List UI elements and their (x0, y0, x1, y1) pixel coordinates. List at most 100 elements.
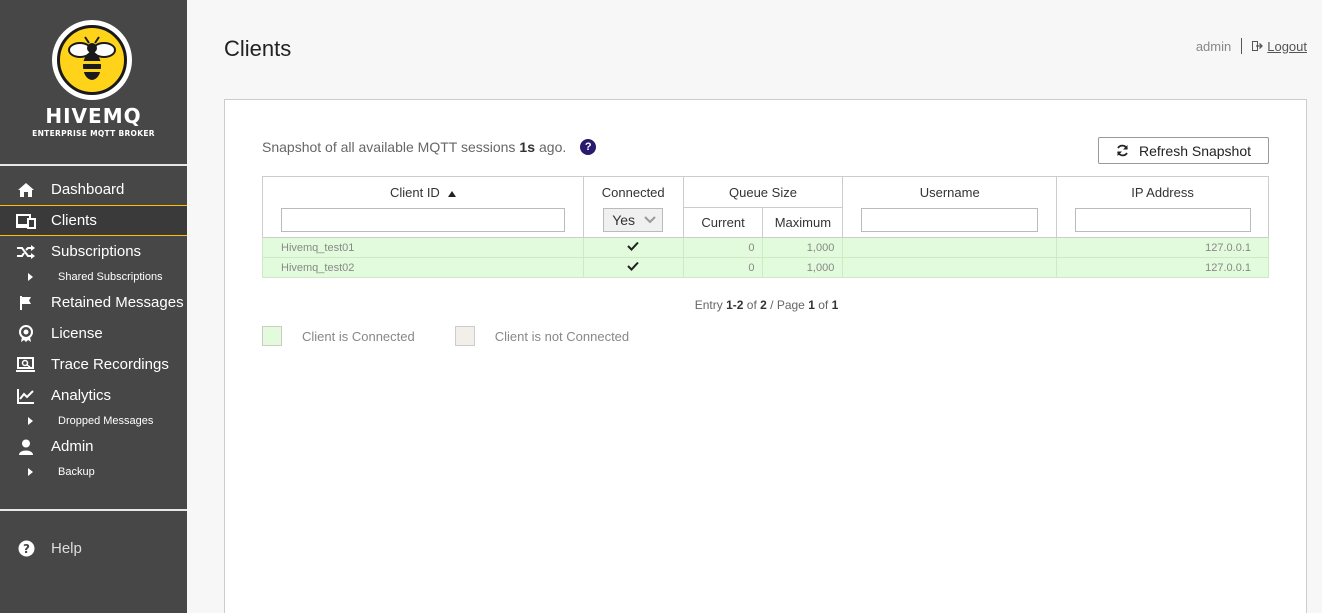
sidebar-item-label: Retained Messages (51, 294, 184, 311)
sidebar-subitem-label: Dropped Messages (58, 415, 154, 427)
pager-of: of (818, 298, 829, 312)
cell-ip-address: 127.0.0.1 (1056, 257, 1269, 278)
sort-ascending-icon (447, 190, 456, 197)
clients-panel: Snapshot of all available MQTT sessions … (224, 99, 1307, 613)
snapshot-suffix: ago. (539, 139, 567, 155)
legend-label-not-connected: Client is not Connected (494, 328, 630, 344)
column-header-label: Connected (601, 184, 665, 200)
clients-table: Client ID Connected Queue Size Username … (262, 176, 1269, 278)
sidebar-subitem-shared-subscriptions[interactable]: Shared Subscriptions (0, 267, 187, 287)
sidebar-item-label: License (51, 325, 103, 342)
sidebar-subitem-dropped-messages[interactable]: Dropped Messages (0, 411, 187, 431)
username-filter-cell (842, 207, 1058, 238)
brand-name: HIVEMQ (45, 104, 142, 128)
pagination-info: Entry 1-2 of 2 / Page 1 of 1 (225, 298, 1308, 312)
sidebar-item-analytics[interactable]: Analytics (0, 380, 187, 411)
cell-maximum: 1,000 (762, 257, 844, 278)
sidebar-item-trace-recordings[interactable]: Trace Recordings (0, 349, 187, 380)
cell-connected (582, 257, 684, 278)
column-header-connected[interactable]: Connected (582, 176, 684, 208)
column-header-label: Queue Size (729, 184, 797, 200)
sidebar-item-label: Analytics (51, 387, 112, 404)
trace-icon (16, 356, 36, 374)
column-header-label: Current (701, 215, 745, 230)
bee-logo-icon (52, 20, 132, 100)
help-question-icon[interactable]: ? (580, 139, 597, 155)
pager-page: 1 (808, 298, 815, 312)
question-circle-icon: ? (16, 539, 36, 557)
sidebar-item-label: Subscriptions (51, 243, 142, 260)
sidebar-item-help[interactable]: ? Help (16, 539, 82, 557)
sidebar-item-retained-messages[interactable]: Retained Messages (0, 287, 187, 318)
ip-filter-cell (1056, 207, 1269, 238)
sidebar-nav: Dashboard Clients Subscriptions Shared S… (0, 166, 187, 482)
cell-connected (582, 237, 684, 258)
pager-pages: 1 (831, 298, 839, 312)
sidebar-item-label: Clients (51, 212, 97, 229)
sidebar: HIVEMQ ENTERPRISE MQTT BROKER Dashboard … (0, 0, 187, 613)
cell-current: 0 (682, 237, 764, 258)
user-icon (16, 438, 36, 456)
cell-username (842, 237, 1058, 258)
client-id-filter-input[interactable] (280, 207, 565, 232)
ip-address-filter-input[interactable] (1074, 207, 1251, 232)
sidebar-item-clients[interactable]: Clients (0, 205, 187, 236)
sidebar-item-dashboard[interactable]: Dashboard (0, 174, 187, 205)
column-header-label: IP Address (1131, 184, 1194, 200)
cell-current: 0 (682, 257, 764, 278)
column-header-username[interactable]: Username (842, 176, 1058, 208)
sidebar-item-label: Dashboard (51, 181, 125, 198)
legend-swatch-connected (262, 326, 282, 346)
table-row[interactable]: Hivemq_test01 0 1,000 127.0.0.1 (262, 237, 1269, 258)
sidebar-item-subscriptions[interactable]: Subscriptions (0, 236, 187, 267)
column-header-ip-address[interactable]: IP Address (1056, 176, 1269, 208)
brand-logo[interactable]: HIVEMQ ENTERPRISE MQTT BROKER (0, 0, 187, 166)
sidebar-subitem-backup[interactable]: Backup (0, 462, 187, 482)
sidebar-divider (0, 509, 187, 511)
chevron-down-icon (644, 215, 656, 223)
logout-link[interactable]: Logout (1267, 39, 1307, 54)
cell-maximum: 1,000 (762, 237, 844, 258)
column-header-client-id[interactable]: Client ID (262, 176, 584, 208)
pager-range: 1-2 (726, 298, 744, 312)
legend-label-connected: Client is Connected (302, 328, 415, 344)
column-header-label: Client ID (389, 184, 440, 200)
svg-text:?: ? (23, 542, 30, 556)
user-bar: admin Logout (1196, 38, 1307, 54)
chart-line-icon (16, 387, 36, 405)
home-icon (16, 181, 36, 199)
legend-swatch-not-connected (454, 326, 475, 346)
pager-total: 2 (760, 298, 767, 312)
username-filter-input[interactable] (861, 207, 1039, 232)
help-label: Help (51, 539, 82, 557)
award-icon (16, 324, 36, 343)
sidebar-item-license[interactable]: License (0, 318, 187, 349)
refresh-icon (1116, 144, 1129, 157)
clients-icon (16, 212, 36, 230)
snapshot-info: Snapshot of all available MQTT sessions … (262, 139, 597, 155)
caret-right-icon (28, 417, 33, 425)
refresh-snapshot-button[interactable]: Refresh Snapshot (1098, 137, 1269, 164)
column-header-current[interactable]: Current (682, 207, 764, 238)
check-icon (627, 261, 639, 271)
pager-of: of (746, 298, 757, 312)
table-row[interactable]: Hivemq_test02 0 1,000 127.0.0.1 (262, 257, 1269, 278)
sidebar-subitem-label: Backup (58, 466, 95, 478)
sidebar-subitem-label: Shared Subscriptions (58, 271, 163, 283)
connected-filter-value: Yes (612, 211, 636, 228)
client-id-filter-cell (262, 207, 584, 238)
sidebar-item-label: Admin (51, 438, 94, 455)
sidebar-item-admin[interactable]: Admin (0, 431, 187, 462)
check-icon (627, 241, 639, 251)
sidebar-item-label: Trace Recordings (51, 356, 169, 373)
logout-icon (1252, 41, 1264, 51)
refresh-label: Refresh Snapshot (1138, 142, 1252, 159)
caret-right-icon (28, 468, 33, 476)
connected-filter-select[interactable]: Yes (603, 207, 664, 232)
page-title: Clients (224, 36, 292, 61)
cell-client-id: Hivemq_test01 (262, 237, 584, 258)
cell-ip-address: 127.0.0.1 (1056, 237, 1269, 258)
column-header-maximum[interactable]: Maximum (762, 207, 844, 238)
connected-filter-cell: Yes (582, 207, 684, 238)
brand-tagline: ENTERPRISE MQTT BROKER (32, 129, 155, 138)
